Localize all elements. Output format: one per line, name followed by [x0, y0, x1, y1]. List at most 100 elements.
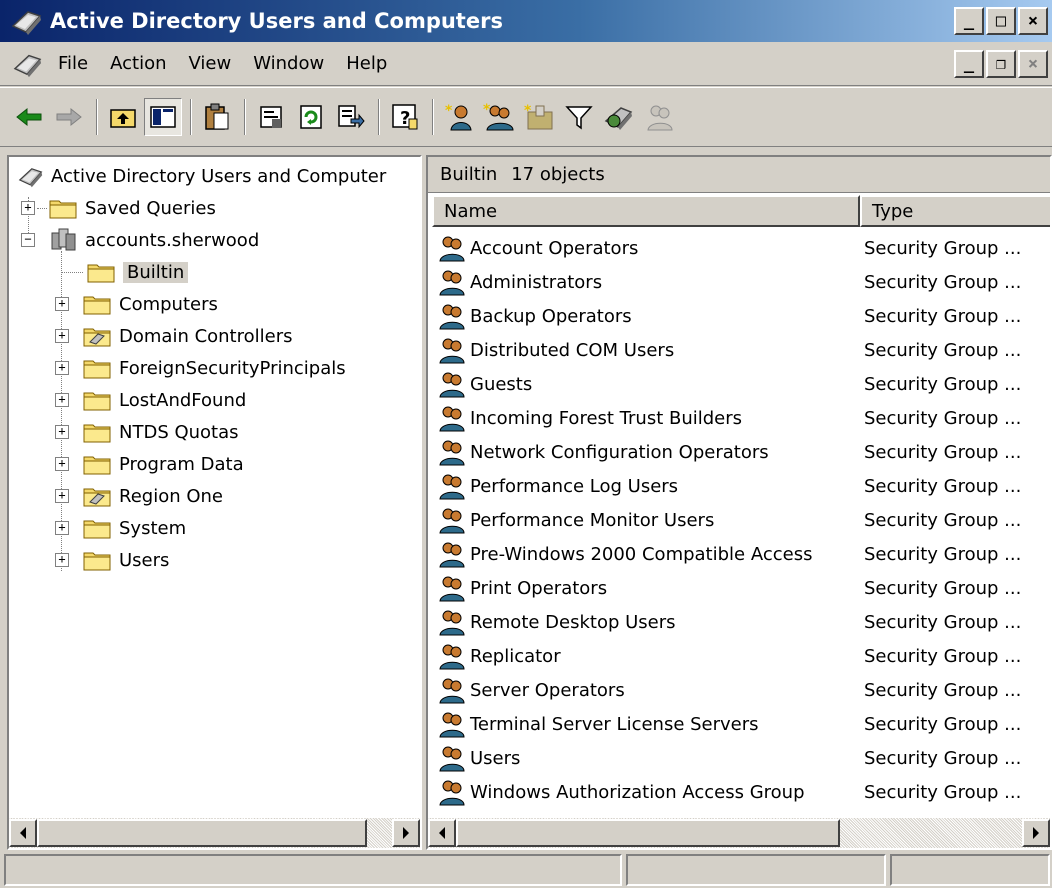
- child-minimize-button[interactable]: _: [954, 50, 984, 78]
- list-item[interactable]: Performance Log Users Security Group ...: [436, 469, 1021, 503]
- domain-icon: [51, 228, 76, 251]
- expand-icon[interactable]: +: [55, 329, 69, 343]
- list-item[interactable]: Account Operators Security Group ...: [436, 231, 1021, 265]
- menu-file[interactable]: File: [58, 53, 88, 74]
- tree-label-selected: Builtin: [123, 261, 189, 283]
- child-close-button[interactable]: ×: [1018, 50, 1048, 78]
- export-list-icon[interactable]: [332, 98, 370, 136]
- tree-item-program-data[interactable]: + Program Data: [55, 449, 244, 479]
- scroll-thumb[interactable]: [37, 819, 367, 847]
- item-name: Performance Monitor Users: [470, 509, 715, 531]
- details-pane[interactable]: Builtin 17 objects Name Type Account Ope…: [426, 155, 1052, 850]
- filter-icon[interactable]: [560, 98, 598, 136]
- list-item[interactable]: Terminal Server License Servers Security…: [436, 707, 1021, 741]
- list-item[interactable]: Users Security Group ...: [436, 741, 1021, 775]
- list-item[interactable]: Administrators Security Group ...: [436, 265, 1021, 299]
- tree-item-domain[interactable]: − accounts.sherwood: [21, 225, 259, 255]
- paste-icon[interactable]: [198, 98, 236, 136]
- menu-window[interactable]: Window: [253, 53, 324, 74]
- list-item[interactable]: Replicator Security Group ...: [436, 639, 1021, 673]
- scroll-thumb[interactable]: [456, 819, 840, 847]
- properties-icon[interactable]: [252, 98, 290, 136]
- expand-icon[interactable]: +: [21, 201, 35, 215]
- scroll-left-button[interactable]: [428, 819, 456, 847]
- list-item[interactable]: Pre-Windows 2000 Compatible Access Secur…: [436, 537, 1021, 571]
- list-item[interactable]: Distributed COM Users Security Group ...: [436, 333, 1021, 367]
- tree-item-ntds-quotas[interactable]: + NTDS Quotas: [55, 417, 239, 447]
- list-item[interactable]: Guests Security Group ...: [436, 367, 1021, 401]
- expand-icon[interactable]: +: [55, 521, 69, 535]
- tree-item-users[interactable]: + Users: [55, 545, 169, 575]
- menu-help[interactable]: Help: [346, 53, 387, 74]
- list-item[interactable]: Backup Operators Security Group ...: [436, 299, 1021, 333]
- status-bar: [0, 852, 1052, 888]
- forward-arrow-icon[interactable]: [50, 98, 88, 136]
- tree-item-domain-controllers[interactable]: + Domain Controllers: [55, 321, 293, 351]
- tree-label: accounts.sherwood: [85, 229, 260, 251]
- list-item[interactable]: Print Operators Security Group ...: [436, 571, 1021, 605]
- expand-icon[interactable]: +: [55, 553, 69, 567]
- toolbar: ? * * *: [0, 87, 1052, 147]
- security-group-icon: [439, 474, 465, 500]
- column-header-name[interactable]: Name: [432, 195, 860, 227]
- list-item[interactable]: Incoming Forest Trust Builders Security …: [436, 401, 1021, 435]
- security-group-icon: [439, 304, 465, 330]
- refresh-icon[interactable]: [292, 98, 330, 136]
- back-arrow-icon[interactable]: [10, 98, 48, 136]
- create-user-icon[interactable]: *: [440, 98, 478, 136]
- tree-item-computers[interactable]: + Computers: [55, 289, 218, 319]
- tree-root-label: Active Directory Users and Computer: [51, 165, 387, 187]
- create-ou-icon[interactable]: *: [520, 98, 558, 136]
- minimize-button[interactable]: _: [954, 7, 984, 35]
- tree-item-lost-and-found[interactable]: + LostAndFound: [55, 385, 246, 415]
- help-icon[interactable]: ?: [386, 98, 424, 136]
- collapse-icon[interactable]: −: [21, 233, 35, 247]
- tree-item-region-one[interactable]: + Region One: [55, 481, 223, 511]
- list-item[interactable]: Windows Authorization Access Group Secur…: [436, 775, 1021, 809]
- column-header-type[interactable]: Type: [860, 195, 1050, 227]
- find-icon[interactable]: [600, 98, 638, 136]
- maximize-button[interactable]: □: [986, 7, 1016, 35]
- add-to-group-icon[interactable]: [640, 98, 678, 136]
- close-button[interactable]: ×: [1018, 7, 1048, 35]
- console-tree[interactable]: Active Directory Users and Computer + Sa…: [7, 155, 422, 850]
- list-item[interactable]: Server Operators Security Group ...: [436, 673, 1021, 707]
- scroll-left-button[interactable]: [9, 819, 37, 847]
- details-horizontal-scrollbar[interactable]: [428, 818, 1050, 848]
- show-hide-console-tree-icon[interactable]: [144, 98, 182, 136]
- active-directory-icon: [11, 11, 42, 35]
- expand-icon[interactable]: +: [55, 425, 69, 439]
- title-bar[interactable]: Active Directory Users and Computers _ □…: [0, 0, 1052, 42]
- expand-icon[interactable]: +: [55, 489, 69, 503]
- list-item[interactable]: Network Configuration Operators Security…: [436, 435, 1021, 469]
- tree-horizontal-scrollbar[interactable]: [9, 818, 420, 848]
- menu-view[interactable]: View: [189, 53, 232, 74]
- create-group-icon[interactable]: *: [480, 98, 518, 136]
- tree-root-node[interactable]: Active Directory Users and Computer: [17, 161, 386, 191]
- console-menu-icon[interactable]: [12, 50, 44, 78]
- tree-label: Saved Queries: [85, 197, 216, 219]
- up-folder-icon[interactable]: [104, 98, 142, 136]
- expand-icon[interactable]: +: [55, 393, 69, 407]
- item-type: Security Group ...: [864, 543, 1022, 565]
- security-group-icon: [439, 236, 465, 262]
- scroll-right-button[interactable]: [1022, 819, 1050, 847]
- item-name: Users: [470, 747, 521, 769]
- tree-item-saved-queries[interactable]: + Saved Queries: [21, 193, 216, 223]
- list-item[interactable]: Performance Monitor Users Security Group…: [436, 503, 1021, 537]
- child-restore-button[interactable]: ❐: [986, 50, 1016, 78]
- tree-item-foreign-security-principals[interactable]: + ForeignSecurityPrincipals: [55, 353, 346, 383]
- expand-icon[interactable]: +: [55, 297, 69, 311]
- menu-action[interactable]: Action: [110, 53, 166, 74]
- tree-item-system[interactable]: + System: [55, 513, 186, 543]
- window-title: Active Directory Users and Computers: [50, 9, 503, 33]
- item-name: Distributed COM Users: [470, 339, 675, 361]
- item-name: Terminal Server License Servers: [470, 713, 759, 735]
- expand-icon[interactable]: +: [55, 457, 69, 471]
- list-item[interactable]: Remote Desktop Users Security Group ...: [436, 605, 1021, 639]
- scroll-right-button[interactable]: [392, 819, 420, 847]
- item-name: Replicator: [470, 645, 561, 667]
- expand-icon[interactable]: +: [55, 361, 69, 375]
- tree-item-builtin[interactable]: Builtin: [55, 257, 189, 287]
- folder-icon: [83, 392, 111, 411]
